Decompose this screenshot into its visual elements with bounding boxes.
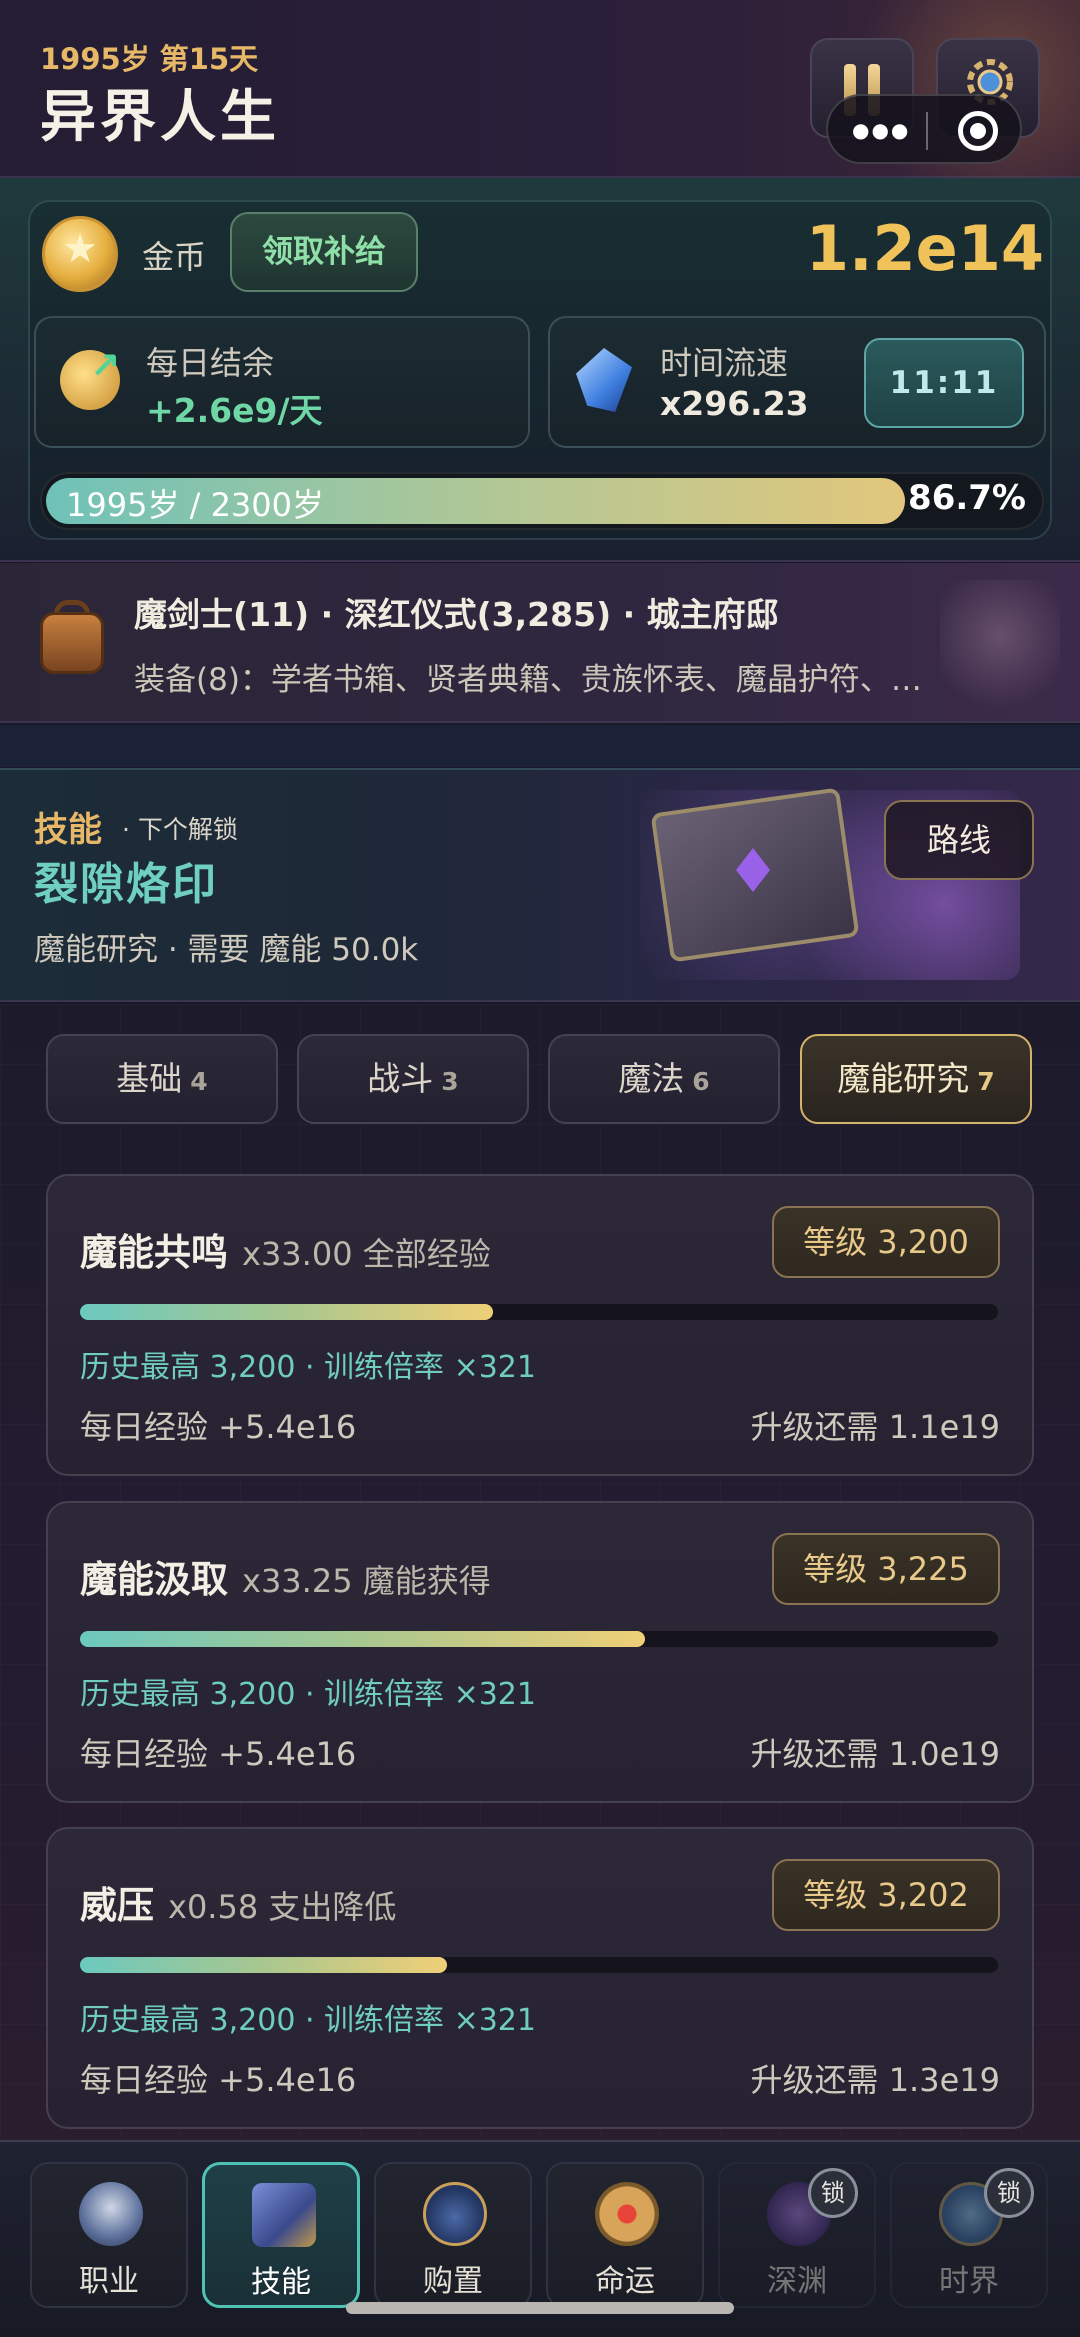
- capsule-divider: [926, 112, 928, 150]
- section-spacer: [0, 725, 1080, 767]
- skill-effect: x0.58 支出降低: [168, 1888, 397, 1926]
- skill-level-badge: 等级 3,200: [772, 1206, 1000, 1278]
- coin-star-glyph: ★: [62, 226, 98, 272]
- skill-card[interactable]: 魔能汲取 x33.25 魔能获得 等级 3,225 历史最高 3,200 · 训练…: [46, 1501, 1034, 1803]
- skill-progress-bar: [80, 1957, 998, 1973]
- route-button[interactable]: 路线: [884, 800, 1034, 880]
- equipment-line: 装备(8)：学者书箱、贤者典籍、贵族怀表、魔晶护符、…: [134, 662, 922, 698]
- tab-arcane-research[interactable]: 魔能研究 7: [800, 1034, 1032, 1124]
- skill-progress-fill: [80, 1304, 494, 1320]
- lifespan-text: 1995岁 / 2300岁: [66, 486, 325, 524]
- skill-daily-exp: 每日经验 +5.4e16: [80, 2061, 357, 2099]
- skill-exp-needed: 升级还需 1.1e19: [750, 1408, 1000, 1446]
- next-unlock-requirement: 魔能研究 · 需要 魔能 50.0k: [34, 932, 419, 968]
- more-icon[interactable]: ●●●: [852, 118, 910, 142]
- spellbook-icon: [252, 2183, 316, 2247]
- skill-card[interactable]: 魔能共鸣 x33.00 全部经验 等级 3,200 历史最高 3,200 · 训练…: [46, 1174, 1034, 1476]
- claim-supply-button[interactable]: 领取补给: [230, 212, 418, 292]
- tab-count: 3: [441, 1067, 459, 1096]
- nav-label: 购置: [423, 2264, 483, 2299]
- skill-daily-exp: 每日经验 +5.4e16: [80, 1735, 357, 1773]
- nav-fate[interactable]: 命运: [546, 2162, 704, 2308]
- app-title: 异界人生: [40, 85, 280, 150]
- skill-name: 魔能共鸣: [80, 1231, 228, 1274]
- skill-history: 历史最高 3,200 · 训练倍率 ×321: [80, 1677, 536, 1712]
- skill-history: 历史最高 3,200 · 训练倍率 ×321: [80, 2003, 536, 2038]
- tab-count: 4: [190, 1067, 208, 1096]
- skill-title: 魔能汲取 x33.25 魔能获得: [80, 1549, 491, 1603]
- skill-title: 魔能共鸣 x33.00 全部经验: [80, 1222, 491, 1276]
- section-label-skills: 技能: [34, 810, 102, 850]
- miniprogram-capsule[interactable]: ●●●: [826, 94, 1022, 164]
- skill-name: 威压: [80, 1884, 154, 1927]
- nav-purchase[interactable]: 购置: [374, 2162, 532, 2308]
- lifespan-percent: 86.7%: [908, 478, 1026, 518]
- close-target-icon[interactable]: [958, 111, 998, 151]
- skill-level-badge: 等级 3,202: [772, 1859, 1000, 1931]
- time-speed-label: 时间流速: [660, 344, 789, 382]
- tab-label: 战斗: [367, 1059, 434, 1098]
- skill-level-badge: 等级 3,225: [772, 1533, 1000, 1605]
- nav-label: 深渊: [767, 2264, 827, 2299]
- skill-progress-fill: [80, 1957, 448, 1973]
- character-portrait: [940, 580, 1060, 720]
- nav-label: 时界: [939, 2264, 999, 2299]
- skill-progress-bar: [80, 1304, 998, 1320]
- skill-daily-exp: 每日经验 +5.4e16: [80, 1408, 357, 1446]
- skill-progress-fill: [80, 1631, 645, 1647]
- lock-icon: 锁: [984, 2168, 1034, 2218]
- coin-bag-icon: [423, 2182, 487, 2246]
- nav-label: 技能: [251, 2265, 311, 2300]
- daily-balance-label: 每日结余: [146, 344, 275, 382]
- daily-balance-value: +2.6e9/天: [146, 391, 323, 430]
- gold-label: 金币: [142, 238, 207, 276]
- skill-title: 威压 x0.58 支出降低: [80, 1875, 396, 1929]
- skill-progress-bar: [80, 1631, 998, 1647]
- shield-sword-icon: [79, 2182, 143, 2246]
- lock-badge-abyss: 锁: [808, 2168, 858, 2218]
- fate-wheel-icon: [595, 2182, 659, 2246]
- tab-label: 基础: [116, 1059, 183, 1098]
- backpack-icon: [40, 612, 104, 674]
- tab-magic[interactable]: 魔法 6: [548, 1034, 780, 1124]
- tab-basic[interactable]: 基础 4: [46, 1034, 278, 1124]
- nav-label: 职业: [79, 2264, 139, 2299]
- skill-exp-needed: 升级还需 1.3e19: [750, 2061, 1000, 2099]
- nav-career[interactable]: 职业: [30, 2162, 188, 2308]
- tab-count: 7: [977, 1067, 995, 1096]
- tab-combat[interactable]: 战斗 3: [297, 1034, 529, 1124]
- skill-card[interactable]: 威压 x0.58 支出降低 等级 3,202 历史最高 3,200 · 训练倍率 …: [46, 1827, 1034, 2129]
- tab-label: 魔能研究: [837, 1059, 970, 1098]
- lock-badge-time-realm: 锁: [984, 2168, 1034, 2218]
- nav-label: 命运: [595, 2264, 655, 2299]
- skill-effect: x33.00 全部经验: [242, 1235, 491, 1273]
- lock-icon: 锁: [808, 2168, 858, 2218]
- tab-label: 魔法: [618, 1059, 685, 1098]
- nav-skills[interactable]: 技能: [202, 2162, 360, 2308]
- up-arrow-icon: ↗: [90, 346, 121, 387]
- character-class-line: 魔剑士(11) · 深红仪式(3,285) · 城主府邸: [134, 595, 779, 634]
- gold-amount: 1.2e14: [805, 212, 1044, 285]
- skill-history: 历史最高 3,200 · 训练倍率 ×321: [80, 1350, 536, 1385]
- time-speed-value: x296.23: [660, 384, 809, 423]
- next-unlock-label: · 下个解锁: [122, 815, 238, 844]
- next-unlock-name: 裂隙烙印: [34, 859, 218, 910]
- skill-name: 魔能汲取: [80, 1558, 228, 1601]
- character-summary-strip[interactable]: [0, 563, 1080, 723]
- skill-effect: x33.25 魔能获得: [242, 1562, 491, 1600]
- home-indicator[interactable]: [346, 2302, 734, 2314]
- tab-count: 6: [692, 1067, 710, 1096]
- skill-exp-needed: 升级还需 1.0e19: [750, 1735, 1000, 1773]
- time-speed-button[interactable]: 11:11: [864, 338, 1024, 428]
